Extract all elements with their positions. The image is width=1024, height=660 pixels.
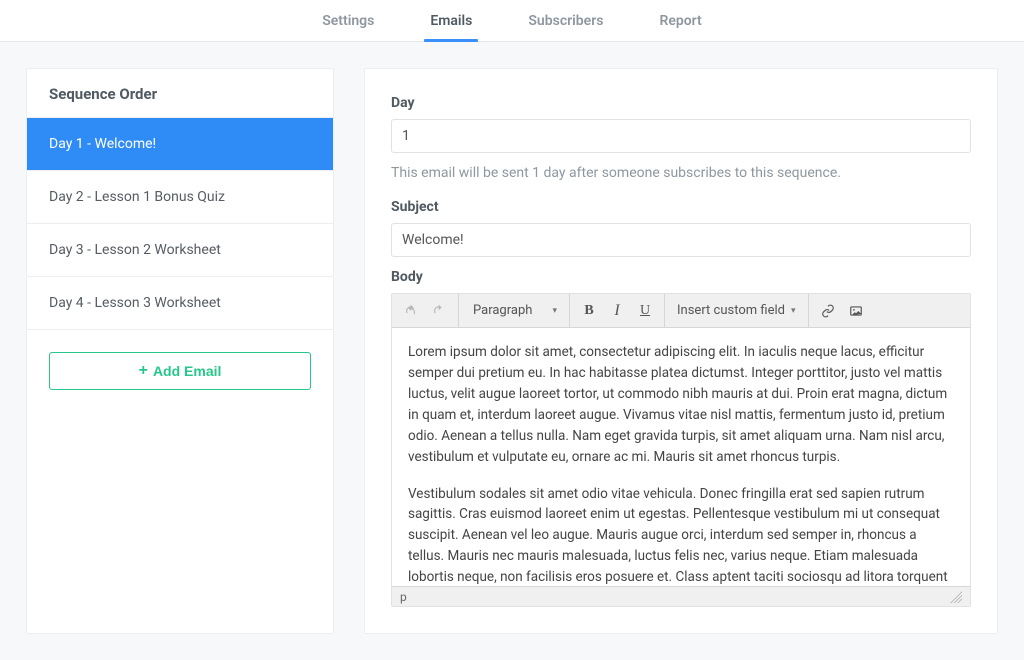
redo-icon xyxy=(432,304,446,318)
editor-content-area[interactable]: Lorem ipsum dolor sit amet, consectetur … xyxy=(392,328,970,586)
insert-custom-field-label: Insert custom field xyxy=(677,303,785,318)
chevron-down-icon: ▾ xyxy=(552,306,557,316)
day-input[interactable] xyxy=(391,119,971,153)
subject-input[interactable] xyxy=(391,223,971,257)
add-email-label: Add Email xyxy=(153,363,221,379)
sequence-item[interactable]: Day 2 - Lesson 1 Bonus Quiz xyxy=(27,171,333,224)
statusbar-path: p xyxy=(400,590,407,604)
undo-icon xyxy=(404,304,418,318)
insert-custom-field-dropdown[interactable]: Insert custom field ▾ xyxy=(671,303,802,318)
tab-report[interactable]: Report xyxy=(651,0,709,41)
editor-toolbar: Paragraph ▾ B I U Insert custom field ▾ xyxy=(392,294,970,328)
undo-button[interactable] xyxy=(398,298,424,324)
sequence-header: Sequence Order xyxy=(27,69,333,118)
insert-link-button[interactable] xyxy=(815,298,841,324)
underline-button[interactable]: U xyxy=(632,298,658,324)
sequence-sidebar: Sequence Order Day 1 - Welcome! Day 2 - … xyxy=(26,68,334,634)
day-label: Day xyxy=(391,95,971,111)
plus-icon: + xyxy=(139,363,148,379)
email-editor-panel: Day This email will be sent 1 day after … xyxy=(364,68,998,634)
sidebar-footer: + Add Email xyxy=(27,330,333,412)
tab-settings[interactable]: Settings xyxy=(314,0,382,41)
body-paragraph: Lorem ipsum dolor sit amet, consectetur … xyxy=(408,342,954,468)
italic-button[interactable]: I xyxy=(604,298,630,324)
content-area: Sequence Order Day 1 - Welcome! Day 2 - … xyxy=(0,42,1024,660)
redo-button[interactable] xyxy=(426,298,452,324)
top-nav: Settings Emails Subscribers Report xyxy=(0,0,1024,42)
sequence-item[interactable]: Day 4 - Lesson 3 Worksheet xyxy=(27,277,333,330)
format-select[interactable]: Paragraph ▾ xyxy=(465,303,563,318)
link-icon xyxy=(821,304,835,318)
rich-text-editor: Paragraph ▾ B I U Insert custom field ▾ xyxy=(391,293,971,607)
resize-handle[interactable] xyxy=(950,591,962,603)
sequence-item[interactable]: Day 3 - Lesson 2 Worksheet xyxy=(27,224,333,277)
bold-button[interactable]: B xyxy=(576,298,602,324)
add-email-button[interactable]: + Add Email xyxy=(49,352,311,390)
insert-image-button[interactable] xyxy=(843,298,869,324)
day-help-text: This email will be sent 1 day after some… xyxy=(391,165,971,181)
body-label: Body xyxy=(391,269,971,285)
body-paragraph: Vestibulum sodales sit amet odio vitae v… xyxy=(408,484,954,586)
editor-statusbar: p xyxy=(392,586,970,606)
sequence-item[interactable]: Day 1 - Welcome! xyxy=(27,118,333,171)
tab-subscribers[interactable]: Subscribers xyxy=(520,0,611,41)
tab-emails[interactable]: Emails xyxy=(422,0,480,41)
subject-label: Subject xyxy=(391,199,971,215)
format-select-label: Paragraph xyxy=(473,303,532,318)
image-icon xyxy=(849,304,863,318)
chevron-down-icon: ▾ xyxy=(791,306,796,316)
